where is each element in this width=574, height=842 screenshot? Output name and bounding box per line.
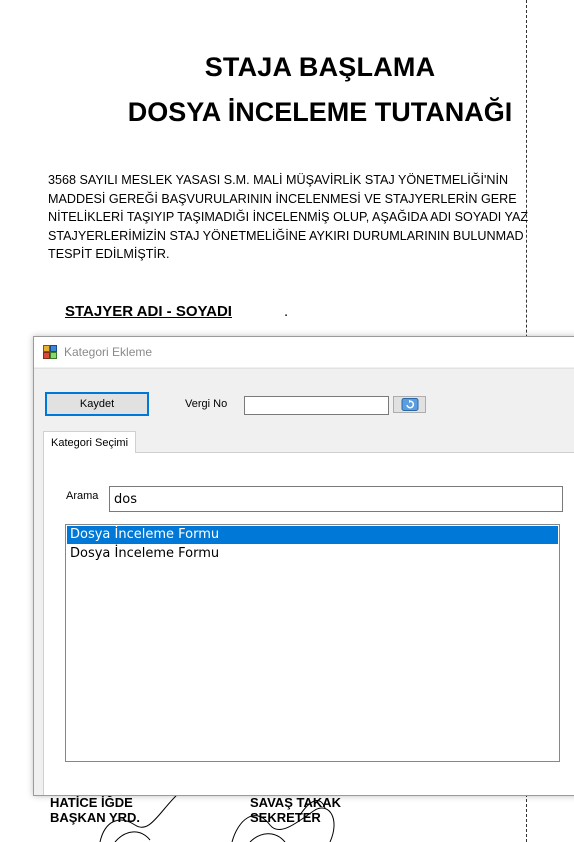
signature-role: SEKRETER [250, 810, 321, 825]
vergi-no-label: Vergi No [185, 398, 228, 410]
title-bar[interactable]: Kategori Ekleme [34, 337, 574, 367]
paragraph-line: STAJYERLERİMİZİN STAJ YÖNETMELİĞİNE AYKI… [48, 228, 524, 243]
paragraph-line: TESPİT EDİLMİŞTİR. [48, 247, 170, 262]
paragraph-line: 3568 SAYILI MESLEK YASASI S.M. MALİ MÜŞA… [48, 173, 509, 187]
save-button[interactable]: Kaydet [45, 392, 149, 416]
stajyer-dot: . [284, 303, 289, 320]
document-paragraph: 3568 SAYILI MESLEK YASASI S.M. MALİ MÜŞA… [48, 171, 574, 264]
signature-role: BAŞKAN YRD. [50, 810, 141, 825]
signature-block-2: SAVAŞ TAKAK SEKRETER [250, 795, 341, 825]
tab-kategori-secimi[interactable]: Kategori Seçimi [43, 431, 137, 453]
refresh-icon [401, 398, 418, 411]
list-item[interactable]: Dosya İnceleme Formu [67, 526, 558, 544]
signature-name: SAVAŞ TAKAK [250, 795, 341, 810]
document-title-line1: STAJA BAŞLAMA [204, 52, 436, 82]
app-icon [43, 345, 57, 359]
paragraph-line: NİTELİKLERİ TAŞIYIP TAŞIMADIĞI İNCELENMİ… [48, 210, 529, 225]
signature-block-1: HATİCE İĞDE BAŞKAN YRD. [50, 795, 140, 825]
refresh-button[interactable] [393, 396, 426, 413]
kategori-ekleme-window: Kategori Ekleme Kaydet Vergi No Kategori… [33, 336, 574, 796]
signature-name: HATİCE İĞDE [50, 795, 133, 810]
paragraph-line: MADDESİ GEREĞİ BAŞVURULARININ İNCELENMES… [48, 191, 517, 206]
vergi-no-input[interactable] [244, 396, 389, 415]
titlebar-divider [34, 368, 574, 369]
window-title: Kategori Ekleme [64, 345, 153, 359]
search-input[interactable] [109, 486, 563, 512]
list-item[interactable]: Dosya İnceleme Formu [67, 545, 558, 563]
stajyer-heading: STAJYER ADI - SOYADI [65, 303, 232, 320]
document-title-line2: DOSYA İNCELEME TUTANAĞI [127, 97, 513, 127]
search-label: Arama [66, 490, 99, 502]
results-listbox[interactable]: Dosya İnceleme Formu Dosya İnceleme Form… [65, 524, 560, 762]
